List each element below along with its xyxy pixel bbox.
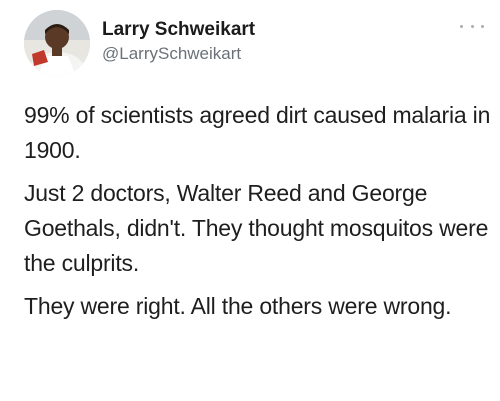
tweet-card: Larry Schweikart @LarrySchweikart 99% of…: [0, 0, 500, 401]
dot: [460, 24, 463, 28]
dot: [481, 24, 484, 28]
author-names: Larry Schweikart @LarrySchweikart: [102, 18, 255, 65]
dot: [470, 24, 474, 28]
tweet-paragraph: They were right. All the others were wro…: [24, 293, 452, 319]
tweet-body: 99% of scientists agreed dirt caused mal…: [24, 98, 492, 332]
tweet-header: Larry Schweikart @LarrySchweikart: [24, 10, 484, 76]
author-handle[interactable]: @LarrySchweikart: [102, 43, 255, 65]
person-photo-icon: [24, 10, 90, 76]
tweet-paragraph: 99% of scientists agreed dirt caused mal…: [24, 102, 491, 163]
author-display-name[interactable]: Larry Schweikart: [102, 18, 255, 42]
tweet-paragraph: Just 2 doctors, Walter Reed and George G…: [24, 180, 489, 276]
more-options-icon[interactable]: [460, 20, 484, 32]
avatar[interactable]: [24, 10, 90, 76]
